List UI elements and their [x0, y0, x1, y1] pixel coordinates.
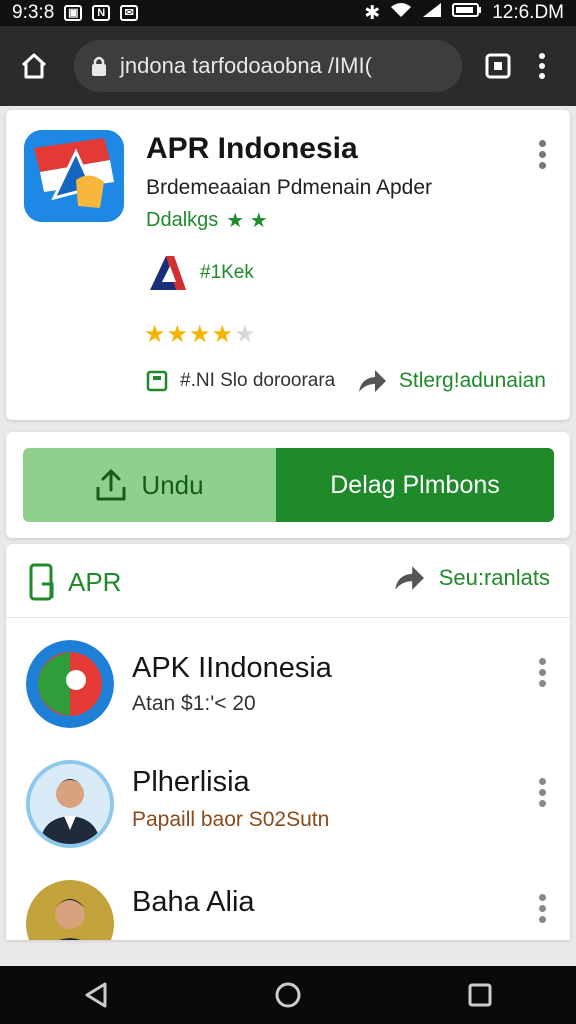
home-icon [21, 53, 47, 79]
list-item-title: APK IIndonesia [132, 652, 332, 684]
primary-action-button[interactable]: Delag Plmbons [276, 448, 554, 522]
app-developer[interactable]: Ddalkgs ★ ★ [146, 208, 268, 233]
signal-icon [422, 2, 442, 24]
list-item[interactable]: APK IIndonesia Atan $1:'< 20 [6, 630, 570, 740]
system-nav-bar [0, 966, 576, 1024]
back-button[interactable] [66, 971, 126, 1019]
app-meta-right-text: Stlerg!adunaian [398, 369, 546, 392]
item-more-button[interactable] [536, 894, 548, 923]
primary-action-label: Delag Plmbons [330, 470, 500, 499]
related-list-card: APR Seu:ranlats APK IIndonesia Atan $1:'… [6, 544, 570, 940]
tabs-button[interactable] [476, 44, 520, 88]
action-card: Undu Delag Plmbons [6, 432, 570, 538]
status-bar: 9:3:8 ▣ N ✉ ✱ 12:6.DM [0, 0, 576, 26]
tabs-icon [485, 53, 511, 79]
storage-icon [146, 370, 168, 392]
publisher-text: #1Kek [200, 262, 254, 283]
list-item[interactable]: Plherlisia Papaill baor S02Sutn [6, 750, 570, 860]
photo-icon: ▣ [64, 5, 83, 21]
list-header-right-text: Seu:ranlats [438, 565, 550, 590]
publisher-logo-icon [150, 256, 186, 290]
wifi-icon [390, 2, 412, 24]
menu-button[interactable] [520, 44, 564, 88]
app-meta-left: #.NI Slo doroorara [146, 370, 335, 392]
home-nav-button[interactable] [258, 971, 318, 1019]
list-item-subtitle: Atan $1:'< 20 [132, 692, 256, 715]
app-share-link[interactable]: Stlerg!adunaian [357, 368, 546, 394]
message-icon: ✉ [120, 5, 139, 21]
list-header-left-text: APR [68, 566, 122, 597]
list-item[interactable]: Baha Alia [6, 870, 570, 940]
app-icon[interactable] [24, 130, 124, 222]
battery-icon [452, 2, 482, 24]
publisher-row: #1Kek [146, 252, 254, 294]
lock-icon [92, 56, 106, 76]
browser-toolbar: jndona tarfodoaobna /IMI( [0, 26, 576, 106]
item-more-button[interactable] [536, 658, 548, 687]
url-text: jndona tarfodoaobna /IMI( [120, 53, 372, 78]
list-header-action[interactable]: Seu:ranlats [393, 564, 550, 592]
url-field[interactable]: jndona tarfodoaobna /IMI( [74, 40, 462, 92]
recents-square-icon [468, 983, 492, 1007]
avatar [26, 640, 114, 728]
share-arrow-icon [358, 370, 386, 392]
app-more-button[interactable] [536, 140, 548, 169]
back-triangle-icon [85, 982, 107, 1008]
avatar [26, 880, 114, 940]
list-header: APR Seu:ranlats [6, 544, 570, 618]
star-empty-icon: ★ [234, 321, 257, 348]
home-circle-icon [275, 982, 301, 1008]
status-time-left: 9:3:8 [12, 2, 55, 23]
phone-icon [29, 563, 54, 601]
share-arrow-icon [394, 566, 424, 590]
app-meta-left-text: #.NI Slo doroorara [180, 370, 336, 391]
avatar [26, 760, 114, 848]
download-button-label: Undu [141, 469, 204, 500]
app-subtitle: Brdemeaaian Pdmenain Apder [146, 176, 433, 199]
star-rating: ★★★★★ [144, 320, 257, 349]
list-item-subtitle: Papaill baor S02Sutn [132, 808, 330, 831]
app-title: APR Indonesia [146, 132, 358, 165]
star-icon: ★★★★ [144, 321, 235, 348]
list-item-title: Baha Alia [132, 886, 255, 918]
recents-button[interactable] [450, 971, 510, 1019]
home-button[interactable] [12, 44, 56, 88]
list-item-title: Plherlisia [132, 766, 250, 798]
app-detail-card: APR Indonesia Brdemeaaian Pdmenain Apder… [6, 110, 570, 420]
n-icon: N [92, 5, 111, 21]
star-icon: ★ ★ [226, 210, 268, 232]
bluetooth-icon: ✱ [364, 2, 381, 24]
download-button[interactable]: Undu [23, 448, 276, 522]
status-time-right: 12:6.DM [492, 2, 564, 23]
upload-icon [96, 469, 126, 501]
item-more-button[interactable] [536, 778, 548, 807]
developer-name: Ddalkgs [146, 209, 219, 231]
more-vert-icon [539, 53, 545, 79]
list-header-title[interactable]: APR [28, 562, 121, 602]
